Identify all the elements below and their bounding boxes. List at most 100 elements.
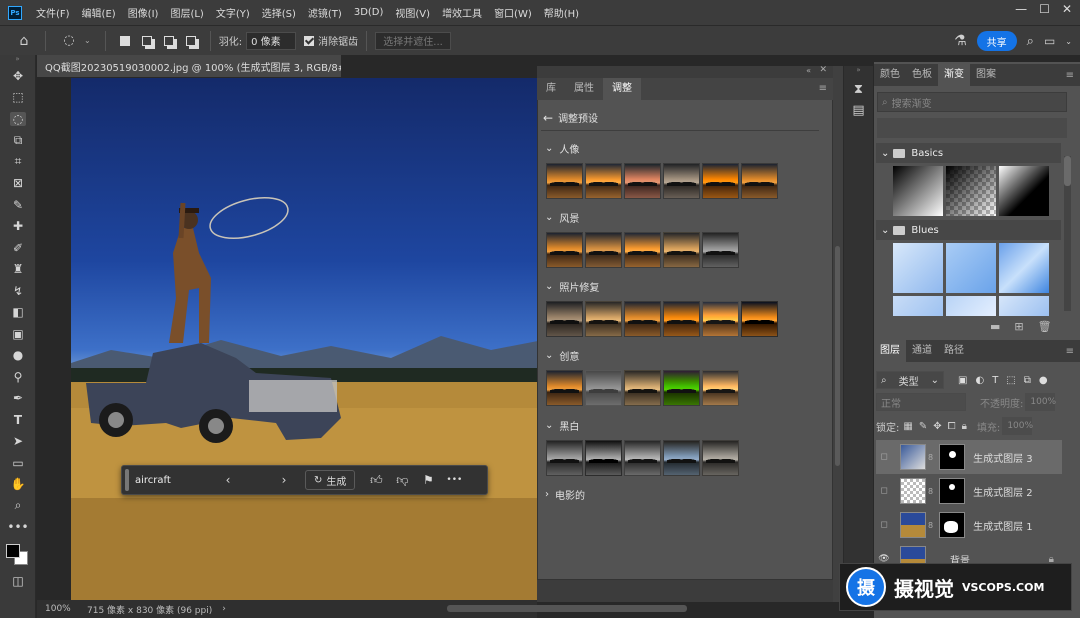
new-group-folder-icon[interactable]: ▬ — [990, 320, 1000, 333]
brush-tool-icon[interactable]: ✐ — [0, 237, 36, 259]
foreground-color[interactable] — [6, 544, 20, 558]
preset-thumbnail[interactable] — [702, 370, 739, 406]
gradient-swatch[interactable] — [893, 243, 943, 293]
tab-gradients[interactable]: 渐变 — [938, 64, 970, 86]
prompt-input[interactable]: aircraft — [135, 475, 215, 486]
blend-mode-select[interactable]: 正常 — [876, 393, 966, 411]
menu-view[interactable]: 视图(V) — [389, 5, 436, 20]
chevron-right-icon[interactable]: › — [222, 604, 226, 614]
chevron-down-icon[interactable]: ⌄ — [84, 36, 91, 45]
thumbs-down-icon[interactable]: 👎︎ — [389, 473, 415, 488]
section-creative[interactable]: ⌄ 创意 — [545, 348, 579, 363]
flask-icon[interactable]: ⚗ — [954, 33, 967, 49]
section-black-white[interactable]: ⌄ 黑白 — [545, 418, 579, 433]
history-brush-tool-icon[interactable]: ↯ — [0, 280, 36, 302]
preset-thumbnail[interactable] — [741, 163, 778, 199]
preset-thumbnail[interactable] — [702, 440, 739, 476]
tab-swatches[interactable]: 色板 — [906, 64, 938, 86]
panel-menu-icon[interactable]: ≡ — [1066, 346, 1074, 357]
gradient-swatch[interactable] — [999, 243, 1049, 293]
menu-layer[interactable]: 图层(L) — [164, 5, 209, 20]
checkbox-icon[interactable] — [304, 35, 315, 46]
more-options-button[interactable]: ••• — [441, 475, 467, 485]
preset-thumbnail[interactable] — [663, 163, 700, 199]
menu-edit[interactable]: 编辑(E) — [76, 5, 122, 20]
lasso-tool-icon[interactable]: ◌ — [57, 33, 81, 49]
layer-row[interactable]: ◻ 8 生成式图层 3 — [876, 440, 1062, 474]
gradient-swatch[interactable] — [999, 166, 1049, 216]
gradient-group-blues[interactable]: ⌄ Blues — [876, 220, 1061, 240]
menu-image[interactable]: 图像(I) — [122, 5, 165, 20]
layer-row[interactable]: ◻ 8 生成式图层 2 — [876, 474, 1062, 508]
crop-tool-icon[interactable]: ⌗ — [0, 151, 36, 173]
share-button[interactable]: 共享 — [976, 31, 1017, 51]
preset-thumbnail[interactable] — [585, 163, 622, 199]
intersect-selection-icon[interactable] — [183, 33, 199, 49]
history-panel-icon[interactable]: ⧗ — [844, 82, 873, 97]
preset-thumbnail[interactable] — [585, 440, 622, 476]
document-canvas[interactable] — [71, 78, 543, 600]
document-tab[interactable]: QQ截图20230519030002.jpg @ 100% (生成式图层 3, … — [37, 55, 341, 77]
marquee-tool-icon[interactable]: ⬚ — [0, 87, 36, 109]
search-icon[interactable]: ⌕ — [1027, 34, 1034, 49]
fill-input[interactable]: 100% — [1002, 417, 1033, 435]
pen-tool-icon[interactable]: ✒ — [0, 388, 36, 410]
menu-window[interactable]: 窗口(W) — [488, 5, 538, 20]
home-icon[interactable]: ⌂ — [14, 33, 34, 49]
gradient-swatch[interactable] — [946, 296, 996, 316]
preset-thumbnail[interactable] — [624, 301, 661, 337]
panel-menu-icon[interactable]: ≡ — [819, 78, 827, 100]
preset-thumbnail[interactable] — [585, 232, 622, 268]
preset-thumbnail[interactable] — [585, 370, 622, 406]
color-swatches[interactable] — [0, 538, 35, 568]
preset-thumbnail[interactable] — [624, 440, 661, 476]
close-icon[interactable]: ✕ — [819, 65, 827, 75]
preset-thumbnail[interactable] — [546, 163, 583, 199]
preset-thumbnail[interactable] — [546, 301, 583, 337]
section-cinematic[interactable]: › 电影的 — [545, 487, 585, 502]
minimize-button[interactable]: — — [1015, 2, 1027, 16]
preset-thumbnail[interactable] — [546, 370, 583, 406]
new-selection-icon[interactable] — [117, 33, 133, 49]
preset-thumbnail[interactable] — [663, 370, 700, 406]
menu-type[interactable]: 文字(Y) — [210, 5, 256, 20]
workspace-icon[interactable]: ▭ — [1044, 34, 1055, 48]
frame-tool-icon[interactable]: ⊠ — [0, 173, 36, 195]
gradient-swatch[interactable] — [946, 243, 996, 293]
tab-patterns[interactable]: 图案 — [970, 64, 1002, 86]
tab-libraries[interactable]: 库 — [537, 78, 565, 100]
menu-plugins[interactable]: 增效工具 — [436, 5, 488, 20]
path-select-tool-icon[interactable]: ➤ — [0, 431, 36, 453]
filter-smart-object-icon[interactable]: ⧉ — [1024, 375, 1031, 386]
tab-layers[interactable]: 图层 — [874, 340, 906, 362]
section-portrait[interactable]: ⌄ 人像 — [545, 141, 579, 156]
tab-color[interactable]: 颜色 — [874, 64, 906, 86]
preset-thumbnail[interactable] — [702, 163, 739, 199]
back-arrow-icon[interactable]: ← — [543, 111, 553, 125]
lasso-tool-icon[interactable]: ◌ — [0, 108, 36, 130]
generate-button[interactable]: ↻ 生成 — [305, 470, 356, 490]
new-gradient-icon[interactable]: ⊞ — [1014, 320, 1023, 333]
drag-handle[interactable] — [125, 469, 129, 491]
zoom-tool-icon[interactable]: ⌕ — [0, 495, 36, 517]
menu-select[interactable]: 选择(S) — [256, 5, 302, 20]
preset-thumbnail[interactable] — [624, 370, 661, 406]
eyedropper-tool-icon[interactable]: ✎ — [0, 194, 36, 216]
lock-all-icon[interactable]: 🔒︎ — [962, 421, 967, 432]
healing-brush-tool-icon[interactable]: ✚ — [0, 216, 36, 238]
lock-transparent-icon[interactable]: ▦ — [903, 421, 912, 432]
hand-tool-icon[interactable]: ✋ — [0, 474, 36, 496]
panel-menu-icon[interactable]: ≡ — [1066, 70, 1074, 81]
adjustment-presets-header[interactable]: ← 调整预设 — [543, 110, 598, 126]
preset-thumbnail[interactable] — [741, 301, 778, 337]
thumbs-up-icon[interactable]: 👍︎ — [363, 473, 389, 488]
subtract-selection-icon[interactable] — [161, 33, 177, 49]
clone-stamp-tool-icon[interactable]: ♜ — [0, 259, 36, 281]
opacity-input[interactable]: 100% — [1025, 393, 1056, 411]
more-tools-icon[interactable]: ••• — [0, 517, 36, 539]
tab-adjustments[interactable]: 调整 — [603, 78, 641, 100]
gradient-search-input[interactable]: ⌕ 搜索渐变 — [877, 92, 1067, 112]
vertical-scrollbar[interactable] — [833, 66, 843, 602]
gradient-swatch[interactable] — [999, 296, 1049, 316]
collapse-icon[interactable]: « — [806, 66, 811, 75]
